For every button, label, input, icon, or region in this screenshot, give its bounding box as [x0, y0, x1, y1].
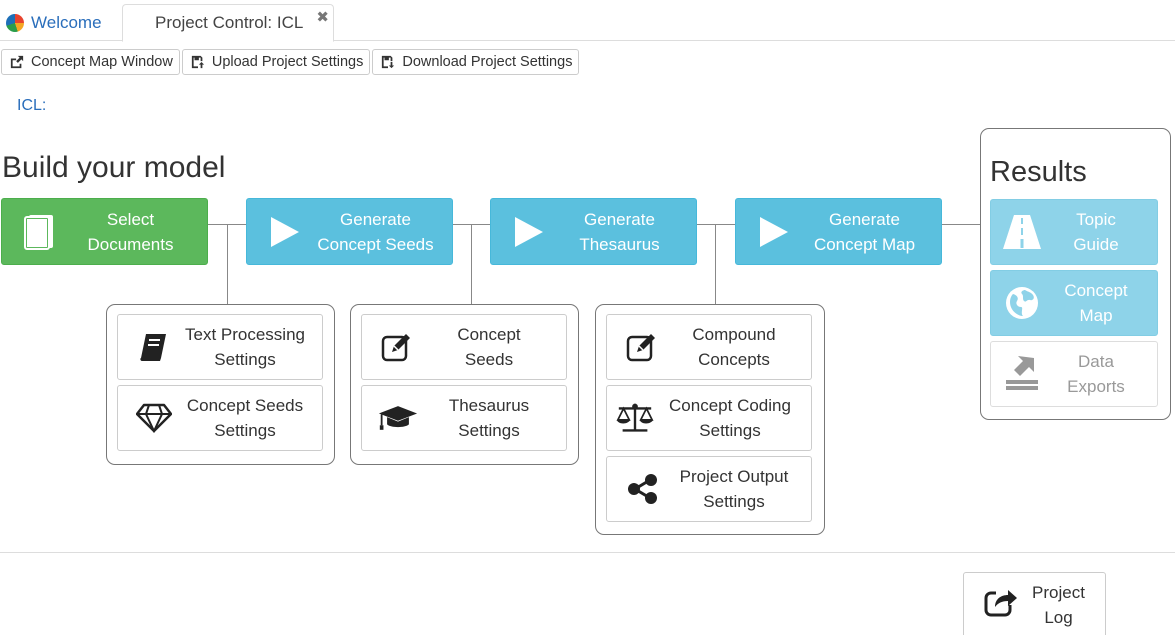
share-square-icon [10, 55, 24, 69]
connector-map-settings [715, 225, 716, 304]
concept-map-result-button[interactable]: Concept Map [990, 270, 1158, 336]
concept-seeds-settings-line2: Settings [214, 421, 276, 440]
compound-concepts-button[interactable]: Compound Concepts [606, 314, 812, 380]
toolbar: Concept Map Window Upload Project Settin… [1, 49, 581, 75]
text-processing-settings-button[interactable]: Text Processing Settings [117, 314, 323, 380]
topic-guide-button[interactable]: Topic Guide [990, 199, 1158, 265]
generate-concept-map-button[interactable]: Generate Concept Map [735, 198, 942, 265]
project-output-line2: Settings [703, 492, 765, 511]
data-exports-line1: Data [1078, 352, 1114, 371]
results-heading: Results [990, 156, 1087, 188]
edit-icon [623, 332, 663, 362]
project-log-line1: Project [1032, 583, 1085, 602]
generate-map-line1: Generate [829, 209, 900, 229]
tab-bar: Welcome Project Control: ICL ✖ [0, 0, 1175, 42]
concept-coding-settings-button[interactable]: Concept Coding Settings [606, 385, 812, 451]
generate-thesaurus-button[interactable]: Generate Thesaurus [490, 198, 697, 265]
export-icon [997, 356, 1047, 392]
data-exports-line2: Exports [1067, 377, 1125, 396]
select-documents-line1: Select [106, 209, 155, 229]
connector-seeds-settings [227, 225, 228, 304]
select-documents-button[interactable]: Select Documents [1, 198, 208, 265]
edit-icon [378, 332, 418, 362]
globe-icon [997, 286, 1047, 320]
concept-seeds-settings-button[interactable]: Concept Seeds Settings [117, 385, 323, 451]
topic-guide-line2: Guide [1073, 235, 1119, 254]
build-model-heading: Build your model [2, 151, 226, 184]
topic-guide-line1: Topic [1076, 210, 1116, 229]
close-icon[interactable]: ✖ [316, 8, 329, 26]
tab-project-label: Project Control: ICL [155, 13, 304, 32]
concept-map-window-button[interactable]: Concept Map Window [1, 49, 180, 75]
text-processing-line2: Settings [214, 350, 276, 369]
documents-icon [24, 214, 54, 250]
compound-concepts-line1: Compound [692, 325, 776, 344]
generate-seeds-line2: Concept Seeds [317, 234, 434, 254]
thesaurus-settings-button[interactable]: Thesaurus Settings [361, 385, 567, 451]
tab-welcome-label: Welcome [31, 12, 102, 32]
compound-concepts-line2: Concepts [698, 350, 770, 369]
thesaurus-settings-line2: Settings [458, 421, 520, 440]
generate-concept-seeds-button[interactable]: Generate Concept Seeds [246, 198, 453, 265]
save-download-icon [382, 55, 395, 69]
generate-thesaurus-line1: Generate [584, 209, 655, 229]
play-icon [760, 216, 788, 247]
share-square-icon [984, 587, 1020, 624]
concept-seeds-button[interactable]: Concept Seeds [361, 314, 567, 380]
concept-seeds-line2: Seeds [464, 350, 514, 369]
project-log-button[interactable]: Project Log [963, 572, 1106, 635]
concept-coding-line2: Settings [699, 421, 761, 440]
diamond-icon [134, 403, 174, 433]
concept-seeds-settings-line1: Concept Seeds [186, 396, 304, 415]
concept-coding-line1: Concept Coding [669, 396, 791, 415]
text-processing-line1: Text Processing [185, 325, 305, 344]
save-upload-icon [191, 55, 204, 69]
concept-seeds-settings-group: Text Processing Settings Concept Seeds S… [106, 304, 335, 465]
upload-project-settings-label: Upload Project Settings [211, 54, 364, 70]
tab-welcome[interactable]: Welcome [6, 4, 102, 41]
concept-map-settings-group: Compound Concepts Concept Coding Setting… [595, 304, 825, 535]
data-exports-button[interactable]: Data Exports [990, 341, 1158, 407]
play-icon [271, 216, 299, 247]
select-documents-line2: Documents [87, 234, 174, 254]
download-project-settings-label: Download Project Settings [402, 54, 573, 70]
project-name-label: ICL: [17, 97, 47, 114]
footer-divider [0, 552, 1175, 553]
share-icon [623, 473, 663, 505]
generate-map-line2: Concept Map [813, 234, 916, 254]
results-panel: Results Topic Guide Concept Map Data Exp… [980, 128, 1171, 420]
tab-project-control[interactable]: Project Control: ICL ✖ [122, 4, 334, 42]
road-icon [997, 214, 1047, 250]
project-log-line2: Log [1044, 608, 1073, 627]
balance-scale-icon [615, 401, 655, 435]
connector-thesaurus-settings [471, 225, 472, 304]
generate-seeds-line1: Generate [340, 209, 411, 229]
thesaurus-settings-line1: Thesaurus [448, 396, 530, 415]
project-output-settings-button[interactable]: Project Output Settings [606, 456, 812, 522]
concept-map-result-line2: Map [1079, 306, 1113, 325]
generate-thesaurus-line2: Thesaurus [579, 234, 660, 254]
upload-project-settings-button[interactable]: Upload Project Settings [181, 49, 371, 75]
concept-map-result-line1: Concept [1064, 281, 1128, 300]
graduation-cap-icon [378, 403, 418, 433]
book-icon [134, 331, 174, 363]
concept-seeds-line1: Concept [457, 325, 521, 344]
thesaurus-settings-group: Concept Seeds Thesaurus Settings [350, 304, 579, 465]
concept-map-window-label: Concept Map Window [31, 54, 173, 70]
app-logo-icon [6, 13, 24, 32]
play-icon [515, 216, 543, 247]
download-project-settings-button[interactable]: Download Project Settings [372, 49, 580, 75]
project-output-line1: Project Output [679, 467, 789, 486]
